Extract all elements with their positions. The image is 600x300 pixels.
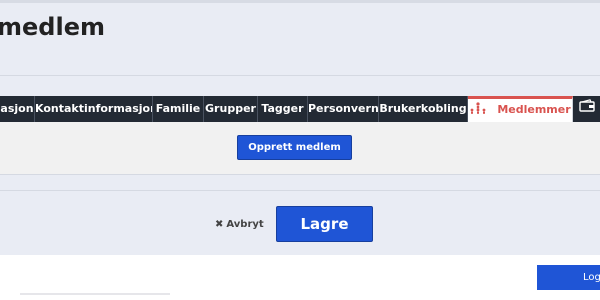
tab-label: Kontaktinformasjon: [35, 102, 153, 115]
save-button[interactable]: Lagre: [276, 206, 373, 242]
tab-informasjon[interactable]: asjon: [0, 96, 35, 122]
top-border: [0, 0, 600, 3]
page-title: medlem: [0, 13, 105, 41]
tab-kontaktinformasjon[interactable]: Kontaktinformasjon: [35, 96, 153, 122]
cancel-label: Avbryt: [226, 219, 264, 230]
tab-medlemmer[interactable]: Medlemmer: [468, 96, 573, 122]
tab-label: Brukerkobling: [379, 102, 467, 115]
tab-label: Personvern: [308, 102, 379, 115]
logout-button[interactable]: Log: [537, 265, 600, 290]
faint-footer-text: [20, 293, 170, 295]
tab-label: Medlemmer: [497, 103, 571, 116]
tab-wallet[interactable]: [573, 96, 600, 122]
wallet-icon: [578, 96, 595, 122]
cancel-link[interactable]: ✖ Avbryt: [215, 219, 264, 230]
tab-label: Familie: [155, 102, 201, 115]
section-divider: [0, 190, 600, 191]
tab-personvern[interactable]: Personvern: [308, 96, 379, 122]
tab-bar: asjon Kontaktinformasjon Familie Grupper…: [0, 96, 600, 122]
tab-tagger[interactable]: Tagger: [258, 96, 308, 122]
tab-label: asjon: [0, 102, 34, 115]
tab-brukerkobling[interactable]: Brukerkobling: [379, 96, 468, 122]
members-icon: [469, 100, 487, 121]
tab-label: Tagger: [261, 102, 304, 115]
tab-familie[interactable]: Familie: [153, 96, 204, 122]
create-member-button[interactable]: Opprett medlem: [237, 135, 352, 160]
tab-grupper[interactable]: Grupper: [204, 96, 258, 122]
tab-label: Grupper: [205, 102, 256, 115]
close-icon: ✖: [215, 219, 224, 230]
header-divider: [0, 75, 600, 76]
